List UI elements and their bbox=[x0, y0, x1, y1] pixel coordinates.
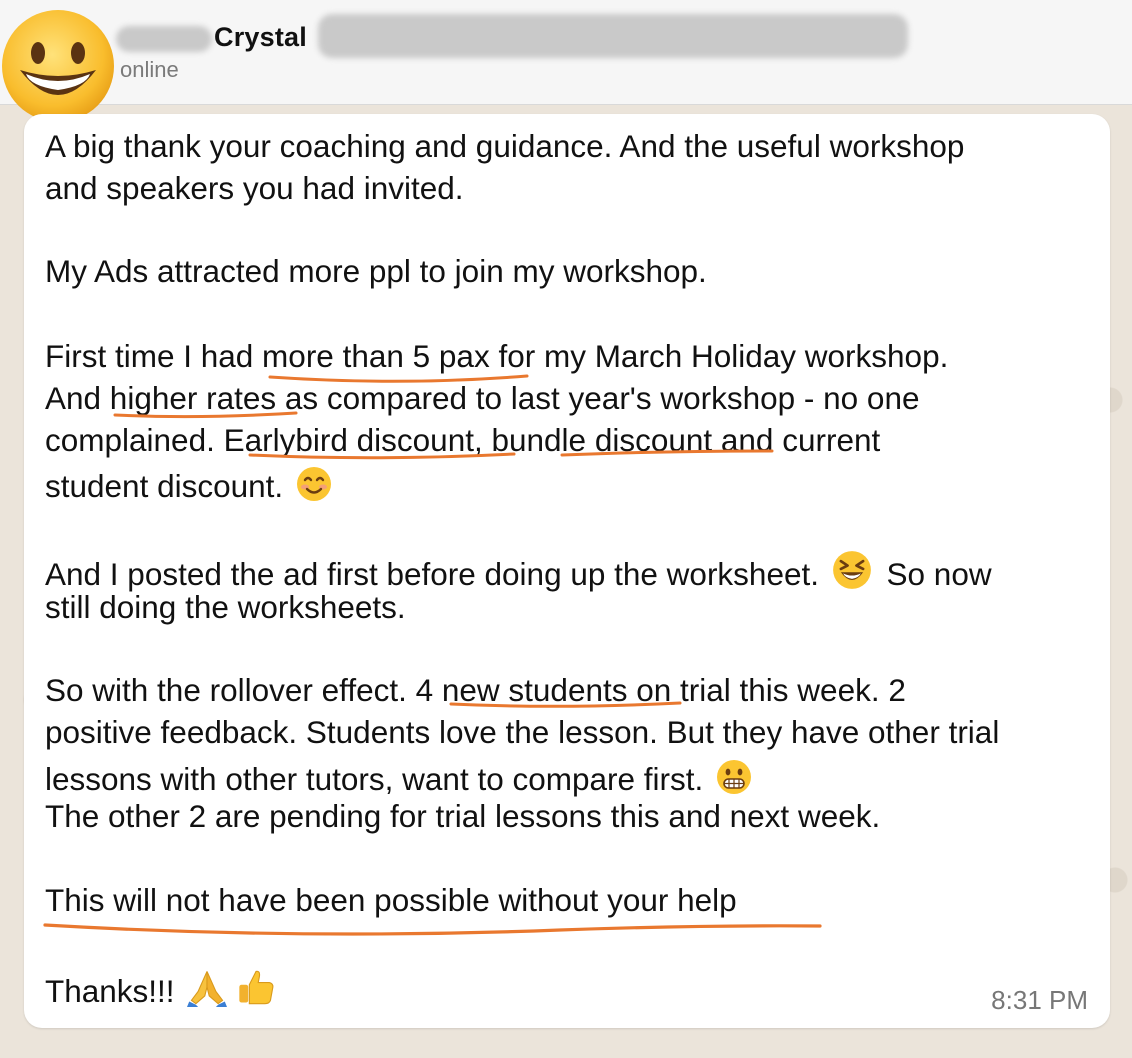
message-line: My Ads attracted more ppl to join my wor… bbox=[45, 253, 707, 289]
message-line: Thanks!!! bbox=[45, 967, 276, 1008]
message-line: So with the rollover effect. 4 new stude… bbox=[45, 672, 906, 708]
chat-header[interactable]: Crystal online bbox=[0, 0, 1132, 105]
grinning-face-icon[interactable] bbox=[0, 8, 116, 124]
message-text: Thanks!!! bbox=[45, 973, 175, 1009]
message-text: lessons with other tutors, want to compa… bbox=[45, 761, 704, 797]
thumbs-up-icon bbox=[239, 970, 274, 1005]
message-line: and speakers you had invited. bbox=[45, 170, 464, 206]
grimacing-face-icon bbox=[717, 760, 752, 794]
message-line: First time I had more than 5 pax for my … bbox=[45, 338, 949, 374]
message-line: complained. Earlybird discount, bundle d… bbox=[45, 422, 881, 458]
message-line: And I posted the ad first before doing u… bbox=[45, 550, 992, 591]
message-line: lessons with other tutors, want to compa… bbox=[45, 759, 752, 796]
smiling-face-icon bbox=[296, 467, 331, 501]
message-line: still doing the worksheets. bbox=[45, 589, 406, 625]
message-text: So now bbox=[886, 556, 992, 592]
message-line: And higher rates as compared to last yea… bbox=[45, 380, 920, 416]
redacted-name-suffix bbox=[318, 14, 908, 58]
folded-hands-icon bbox=[187, 971, 228, 1007]
contact-status: online bbox=[120, 57, 179, 82]
message-line: This will not have been possible without… bbox=[45, 882, 737, 918]
message-line: positive feedback. Students love the les… bbox=[45, 714, 1000, 750]
message-line: student discount. bbox=[45, 466, 332, 503]
contact-name[interactable]: Crystal bbox=[214, 22, 307, 53]
message-timestamp: 8:31 PM bbox=[991, 985, 1088, 1015]
redacted-name-prefix bbox=[116, 26, 212, 52]
message-line: The other 2 are pending for trial lesson… bbox=[45, 798, 881, 834]
message-line: A big thank your coaching and guidance. … bbox=[45, 128, 965, 164]
message-text: student discount. bbox=[45, 468, 284, 504]
message-text: And I posted the ad first before doing u… bbox=[45, 556, 819, 592]
grinning-squinting-face-icon bbox=[832, 551, 871, 589]
